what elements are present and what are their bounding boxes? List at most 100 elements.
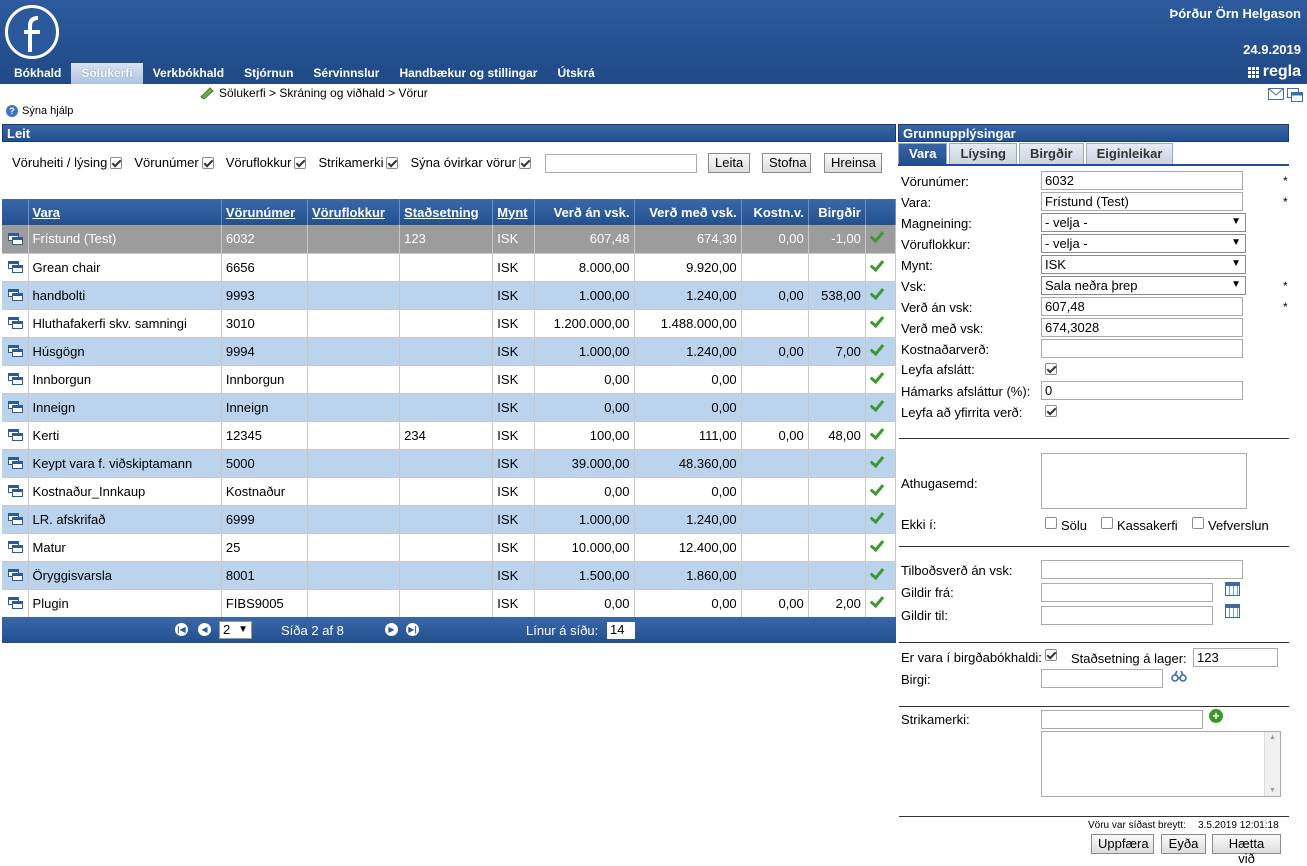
leyfa-yfirrita-checkbox[interactable] [1045, 405, 1057, 417]
tab-birgdir[interactable]: Birgðir [1019, 143, 1084, 164]
open-window-icon[interactable] [8, 373, 23, 385]
last-page-icon[interactable]: ▶| [406, 623, 419, 636]
page-select[interactable]: 2 ▼ [219, 621, 252, 639]
option-vorunumer-checkbox[interactable] [201, 156, 214, 169]
col-birgdir[interactable]: Birgðir [808, 199, 866, 225]
clear-button[interactable]: Hreinsa [824, 153, 882, 173]
vorunumer-field[interactable]: 6032 [1041, 171, 1243, 190]
lines-per-page-input[interactable]: 14 [607, 622, 635, 639]
table-row[interactable]: handbolti 9993 ISK 1.000,00 1.240,00 0,00 538,… [2, 281, 897, 310]
windows-icon[interactable] [1287, 88, 1303, 102]
table-cell[interactable]: Plugin [28, 589, 222, 618]
open-window-icon[interactable] [8, 485, 23, 497]
calendar-icon[interactable] [1225, 582, 1240, 596]
mail-icon[interactable] [1268, 88, 1284, 100]
col-stadsetning[interactable]: Staðsetning [399, 199, 494, 225]
scroll-up-icon[interactable]: ▲ [1265, 734, 1280, 741]
row-open-cell[interactable] [2, 561, 29, 590]
kostnadarverd-field[interactable] [1041, 339, 1243, 358]
row-open-cell[interactable] [2, 225, 29, 254]
tab-eiginleikar[interactable]: Eiginleikar [1085, 143, 1174, 164]
vsk-select[interactable]: Sala neðra þrep [1041, 276, 1246, 295]
row-open-cell[interactable] [2, 365, 29, 394]
row-open-cell[interactable] [2, 449, 29, 478]
binoculars-icon[interactable] [1171, 670, 1187, 682]
open-window-icon[interactable] [8, 513, 23, 525]
ekki-solu-checkbox[interactable] [1045, 517, 1057, 529]
row-open-cell[interactable] [2, 309, 29, 338]
col-verd-an-vsk[interactable]: Verð án vsk. [534, 199, 635, 225]
breadcrumb-text[interactable]: Sölukerfi > Skráning og viðhald > Vörur [219, 86, 428, 100]
nav-handbaekur[interactable]: Handbækur og stillingar [389, 63, 547, 84]
table-row[interactable]: Kerti 12345 234 ISK 100,00 111,00 0,00 48,00 [2, 421, 897, 450]
add-barcode-icon[interactable]: + [1209, 709, 1223, 723]
row-open-cell[interactable] [2, 589, 29, 618]
table-row[interactable]: Frístund (Test) 6032 123 ISK 607,48 674,30 0,0… [2, 225, 897, 254]
table-row[interactable]: Grean chair 6656 ISK 8.000,00 9.920,00 [2, 253, 897, 282]
delete-button[interactable]: Eyða [1161, 834, 1206, 854]
nav-utskra[interactable]: Útskrá [547, 63, 604, 84]
open-window-icon[interactable] [8, 317, 23, 329]
open-window-icon[interactable] [8, 345, 23, 357]
col-vorunumer[interactable]: Vörunúmer [221, 199, 308, 225]
vara-field[interactable]: Frístund (Test) [1041, 192, 1243, 211]
table-row[interactable]: LR. afskrifað 6999 ISK 1.000,00 1.240,00 [2, 505, 897, 534]
next-page-icon[interactable]: ▶ [385, 623, 398, 636]
create-button[interactable]: Stofna [762, 153, 811, 173]
table-row[interactable]: Keypt vara f. viðskiptamann 5000 ISK 39.000… [2, 449, 897, 478]
open-window-icon[interactable] [8, 429, 23, 441]
calendar-icon[interactable] [1225, 604, 1240, 618]
table-row[interactable]: Húsgögn 9994 ISK 1.000,00 1.240,00 0,00 7,00 [2, 337, 897, 366]
stadsetning-field[interactable]: 123 [1193, 648, 1278, 667]
open-window-icon[interactable] [8, 569, 23, 581]
strikamerki-field[interactable] [1041, 710, 1203, 729]
col-mynt[interactable]: Mynt [492, 199, 536, 225]
open-window-icon[interactable] [8, 261, 23, 273]
row-open-cell[interactable] [2, 421, 29, 450]
open-window-icon[interactable] [8, 541, 23, 553]
table-cell[interactable]: LR. afskrifað [28, 505, 222, 534]
table-row[interactable]: Inneign Inneign ISK 0,00 0,00 [2, 393, 897, 422]
verd-an-vsk-field[interactable]: 607,48 [1041, 297, 1243, 316]
table-cell[interactable]: Kostnaður_Innkaup [28, 477, 222, 506]
row-open-cell[interactable] [2, 337, 29, 366]
mynt-select[interactable]: ISK [1041, 255, 1246, 274]
magneining-select[interactable]: - velja - [1041, 213, 1246, 232]
table-row[interactable]: Hluthafakerfi skv. samningi 3010 ISK 1.200.… [2, 309, 897, 338]
open-window-icon[interactable] [8, 401, 23, 413]
table-cell[interactable]: handbolti [28, 281, 222, 310]
col-voruflokkur[interactable]: Vöruflokkur [307, 199, 401, 225]
table-cell[interactable]: Hluthafakerfi skv. samningi [28, 309, 222, 338]
col-verd-med-vsk[interactable]: Verð með vsk. [634, 199, 742, 225]
table-cell[interactable]: Matur [28, 533, 222, 562]
row-open-cell[interactable] [2, 281, 29, 310]
nav-bokhald[interactable]: Bókhald [4, 63, 71, 84]
user-name[interactable]: Þórður Örn Helgason [1170, 6, 1301, 21]
option-voruheiti-checkbox[interactable] [110, 156, 123, 169]
tab-vara[interactable]: Vara [898, 143, 948, 164]
row-open-cell[interactable] [2, 533, 29, 562]
row-open-cell[interactable] [2, 477, 29, 506]
option-ovirkar-checkbox[interactable] [518, 156, 531, 169]
table-cell[interactable]: Frístund (Test) [28, 225, 222, 254]
table-row[interactable]: Matur 25 ISK 10.000,00 12.400,00 [2, 533, 897, 562]
barcode-list-scrollbar[interactable]: ▲ ▼ [1264, 732, 1280, 796]
search-input[interactable] [545, 154, 697, 173]
table-cell[interactable]: Öryggisvarsla [28, 561, 222, 590]
nav-servinnslur[interactable]: Sérvinnslur [303, 63, 389, 84]
table-row[interactable]: Innborgun Innborgun ISK 0,00 0,00 [2, 365, 897, 394]
birgi-field[interactable] [1041, 669, 1163, 688]
row-open-cell[interactable] [2, 253, 29, 282]
scroll-down-icon[interactable]: ▼ [1265, 787, 1280, 794]
update-button[interactable]: Uppfæra [1091, 834, 1154, 854]
hamarks-field[interactable]: 0 [1041, 381, 1243, 400]
open-window-icon[interactable] [8, 457, 23, 469]
option-voruflokkur-checkbox[interactable] [294, 156, 307, 169]
table-row[interactable]: Kostnaður_Innkaup Kostnaður ISK 0,00 0,00 [2, 477, 897, 506]
prev-page-icon[interactable]: ◀ [198, 623, 211, 636]
table-row[interactable]: Plugin FIBS9005 ISK 0,00 0,00 0,00 2,00 [2, 589, 897, 618]
table-cell[interactable]: Inneign [28, 393, 222, 422]
table-cell[interactable]: Keypt vara f. viðskiptamann [28, 449, 222, 478]
first-page-icon[interactable]: |◀ [175, 623, 188, 636]
voruflokkur-select[interactable]: - velja - [1041, 234, 1246, 253]
